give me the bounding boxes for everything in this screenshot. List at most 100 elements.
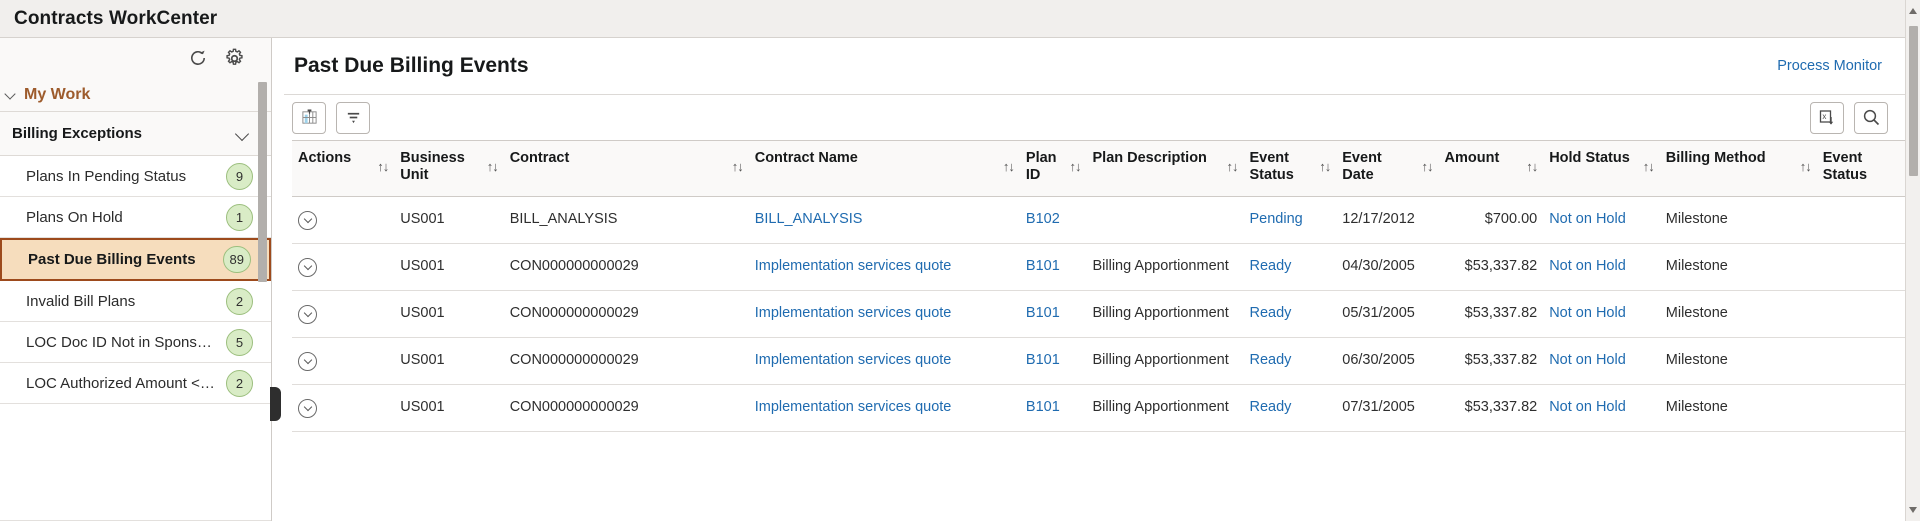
cell-event-status: Ready [1243,243,1337,291]
chevron-down-icon[interactable] [235,129,251,139]
sidebar-section-my-work[interactable]: My Work [0,78,271,112]
hold-status-link[interactable]: Not on Hold [1549,211,1626,227]
cell-contract: CON000000000029 [503,337,749,385]
plan-id-link[interactable]: B101 [1026,258,1060,274]
col-plan-description[interactable]: Plan Description ↑↓ [1086,140,1244,197]
contract-name-link[interactable]: Implementation services quote [755,352,952,368]
row-actions-chevron-icon[interactable] [298,352,317,371]
process-monitor-link[interactable]: Process Monitor [1777,58,1882,74]
sidebar-item-plans-in-pending-status[interactable]: Plans In Pending Status 9 [0,156,271,197]
col-contract[interactable]: Contract ↑↓ [503,140,749,197]
col-billing-method[interactable]: Billing Method ↑↓ [1659,140,1817,197]
sidebar-item-loc-authorized-amount[interactable]: LOC Authorized Amount <> … 2 [0,363,271,404]
col-label: Event Date [1342,150,1382,184]
sort-icon[interactable]: ↑↓ [487,150,499,174]
sidebar-item-label: LOC Authorized Amount <> … [26,374,226,392]
sort-icon[interactable]: ↑↓ [1003,150,1015,174]
row-actions-chevron-icon[interactable] [298,211,317,230]
chart-icon[interactable] [292,101,326,134]
col-actions[interactable]: Actions ↑↓ [292,140,395,197]
svg-text:x: x [1822,112,1826,121]
event-status-link[interactable]: Ready [1250,258,1292,274]
main-header: Past Due Billing Events Process Monitor [284,38,1920,94]
cell-business-unit: US001 [394,290,504,338]
toolbar-left-group [292,101,370,134]
sidebar-scrollbar[interactable] [258,82,267,282]
plan-id-link[interactable]: B102 [1026,211,1060,227]
sort-icon[interactable]: ↑↓ [1319,150,1331,174]
cell-amount: $53,337.82 [1438,290,1544,338]
event-status-link[interactable]: Ready [1250,399,1292,415]
hold-status-link[interactable]: Not on Hold [1549,305,1626,321]
col-event-status-overflow[interactable]: Event Status [1816,140,1912,197]
plan-id-link[interactable]: B101 [1026,399,1060,415]
filter-icon[interactable] [336,101,370,134]
sort-icon[interactable]: ↑↓ [1643,150,1655,174]
cell-plan-description: Billing Apportionment [1086,384,1244,432]
contract-name-link[interactable]: Implementation services quote [755,305,952,321]
row-actions-chevron-icon[interactable] [298,258,317,277]
status-badge: 1 [226,203,253,231]
cell-event-date: 06/30/2005 [1336,337,1439,385]
cell-contract-name: Implementation services quote [748,384,1020,432]
col-contract-name[interactable]: Contract Name ↑↓ [748,140,1020,197]
cell-plan-id: B101 [1019,337,1087,385]
sidebar-collapse-handle[interactable] [270,387,281,421]
sidebar-item-invalid-bill-plans[interactable]: Invalid Bill Plans 2 [0,281,271,322]
table-row[interactable]: US001 CON000000000029 Implementation ser… [292,243,1912,291]
chevron-down-icon [5,89,17,101]
sort-icon[interactable]: ↑↓ [1526,150,1538,174]
sidebar-item-loc-doc-id-not-in-sponsor[interactable]: LOC Doc ID Not in Sponsor … 5 [0,322,271,363]
event-status-link[interactable]: Pending [1250,211,1303,227]
hold-status-link[interactable]: Not on Hold [1549,399,1626,415]
status-badge: 89 [222,246,251,273]
gear-icon[interactable] [224,48,245,69]
scrollbar-thumb[interactable] [1909,26,1918,176]
page-scrollbar[interactable] [1905,0,1920,521]
event-status-link[interactable]: Ready [1250,352,1292,368]
cell-contract-name: Implementation services quote [748,337,1020,385]
col-event-status[interactable]: Event Status ↑↓ [1243,140,1337,197]
col-event-date[interactable]: Event Date ↑↓ [1336,140,1439,197]
sort-icon[interactable]: ↑↓ [377,150,389,174]
sort-icon[interactable]: ↑↓ [1800,150,1812,174]
hold-status-link[interactable]: Not on Hold [1549,258,1626,274]
plan-id-link[interactable]: B101 [1026,352,1060,368]
cell-contract: CON000000000029 [503,290,749,338]
refresh-icon[interactable] [188,48,208,68]
table-row[interactable]: US001 CON000000000029 Implementation ser… [292,337,1912,385]
cell-business-unit: US001 [394,243,504,291]
row-actions-chevron-icon[interactable] [298,305,317,324]
row-actions-chevron-icon[interactable] [298,399,317,418]
sidebar-item-plans-on-hold[interactable]: Plans On Hold 1 [0,197,271,238]
row-actions-cell [292,290,395,338]
contract-name-link[interactable]: BILL_ANALYSIS [755,211,863,227]
contract-name-link[interactable]: Implementation services quote [755,258,952,274]
grid-scroll-container[interactable]: Actions ↑↓ Business Unit ↑↓ Contract ↑↓ … [284,140,1920,521]
sidebar-item-past-due-billing-events[interactable]: Past Due Billing Events 89 [0,238,271,281]
sort-icon[interactable]: ↑↓ [1422,150,1434,174]
cell-hold-status: Not on Hold [1543,337,1660,385]
cell-plan-description: Billing Apportionment [1086,243,1244,291]
col-label: Contract Name [754,150,858,166]
col-plan-id[interactable]: Plan ID ↑↓ [1019,140,1087,197]
hold-status-link[interactable]: Not on Hold [1549,352,1626,368]
sort-icon[interactable]: ↑↓ [732,150,744,174]
scroll-down-arrow-icon[interactable] [1909,507,1917,513]
table-row[interactable]: US001 CON000000000029 Implementation ser… [292,384,1912,432]
table-row[interactable]: US001 BILL_ANALYSIS BILL_ANALYSIS B102 P… [292,196,1912,244]
scroll-up-arrow-icon[interactable] [1909,8,1917,14]
sort-icon[interactable]: ↑↓ [1227,150,1239,174]
sidebar-group-billing-exceptions[interactable]: Billing Exceptions [0,112,271,156]
col-business-unit[interactable]: Business Unit ↑↓ [394,140,504,197]
contract-name-link[interactable]: Implementation services quote [755,399,952,415]
search-icon[interactable] [1854,101,1888,134]
excel-download-icon[interactable]: x [1810,101,1844,134]
table-row[interactable]: US001 CON000000000029 Implementation ser… [292,290,1912,338]
plan-id-link[interactable]: B101 [1026,305,1060,321]
sort-icon[interactable]: ↑↓ [1070,150,1082,174]
col-hold-status[interactable]: Hold Status ↑↓ [1543,140,1660,197]
col-amount[interactable]: Amount ↑↓ [1438,140,1544,197]
status-badge: 9 [226,162,253,190]
event-status-link[interactable]: Ready [1250,305,1292,321]
